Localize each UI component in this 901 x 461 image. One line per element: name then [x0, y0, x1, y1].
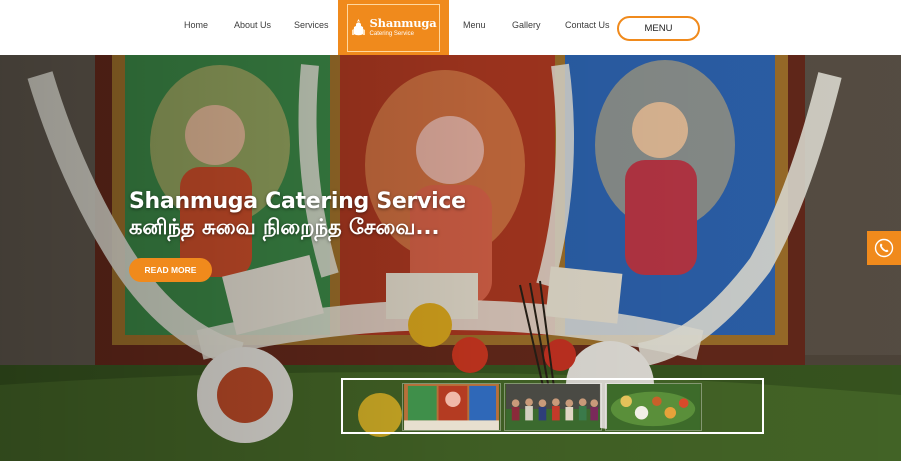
phone-icon: [874, 238, 894, 258]
nav-services[interactable]: Services: [294, 20, 329, 30]
nav-about-us[interactable]: About Us: [234, 20, 271, 30]
logo-frame: Shanmuga Catering Service: [347, 3, 440, 52]
group-photo-thumbnail[interactable]: [504, 383, 602, 431]
site-header: Home About Us Services Shanmuga Catering…: [0, 0, 901, 55]
deity-logo-icon: [351, 19, 365, 36]
logo-subtitle: Catering Service: [369, 30, 414, 37]
nav-gallery[interactable]: Gallery: [512, 20, 541, 30]
site-logo[interactable]: Shanmuga Catering Service: [338, 0, 449, 55]
nav-contact-us[interactable]: Contact Us: [565, 20, 610, 30]
phone-call-button[interactable]: [867, 231, 901, 265]
banana-leaf-meal-thumbnail[interactable]: [605, 383, 702, 431]
logo-text: Shanmuga Catering Service: [370, 18, 437, 37]
nav-home[interactable]: Home: [184, 20, 208, 30]
read-more-button[interactable]: READ MORE: [129, 258, 212, 282]
menu-button[interactable]: MENU: [617, 16, 700, 41]
hero-title: Shanmuga Catering Service: [129, 189, 466, 214]
hero-tagline: கனிந்த சுவை நிறைந்த சேவை...: [129, 215, 440, 239]
thumbnail-strip: [341, 378, 764, 434]
nav-menu[interactable]: Menu: [463, 20, 486, 30]
ganesha-altar-thumbnail[interactable]: [402, 383, 501, 431]
logo-title: Shanmuga: [369, 16, 437, 31]
hero-slider: Shanmuga Catering Service கனிந்த சுவை நி…: [0, 55, 901, 461]
